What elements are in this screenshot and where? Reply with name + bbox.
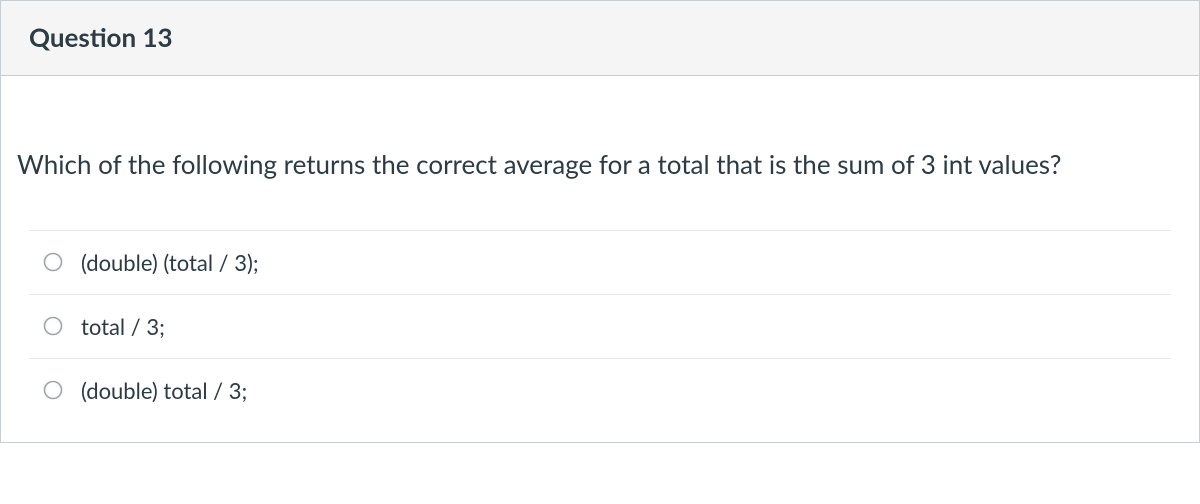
radio-unchecked-icon[interactable] bbox=[43, 252, 63, 272]
radio-unchecked-icon[interactable] bbox=[43, 380, 63, 400]
answer-label: (double) (total / 3); bbox=[81, 249, 259, 276]
radio-unchecked-icon[interactable] bbox=[43, 316, 63, 336]
question-body: Which of the following returns the corre… bbox=[1, 76, 1199, 442]
answer-option[interactable]: (double) (total / 3); bbox=[29, 230, 1171, 294]
answer-option[interactable]: (double) total / 3; bbox=[29, 358, 1171, 422]
answer-label: (double) total / 3; bbox=[81, 377, 247, 404]
question-title: Question 13 bbox=[29, 21, 1171, 53]
answers-list: (double) (total / 3); total / 3; (double… bbox=[1, 230, 1199, 442]
answer-option[interactable]: total / 3; bbox=[29, 294, 1171, 358]
answer-label: total / 3; bbox=[81, 313, 165, 340]
question-header: Question 13 bbox=[1, 1, 1199, 76]
question-text: Which of the following returns the corre… bbox=[1, 76, 1199, 230]
question-container: Question 13 Which of the following retur… bbox=[0, 0, 1200, 443]
